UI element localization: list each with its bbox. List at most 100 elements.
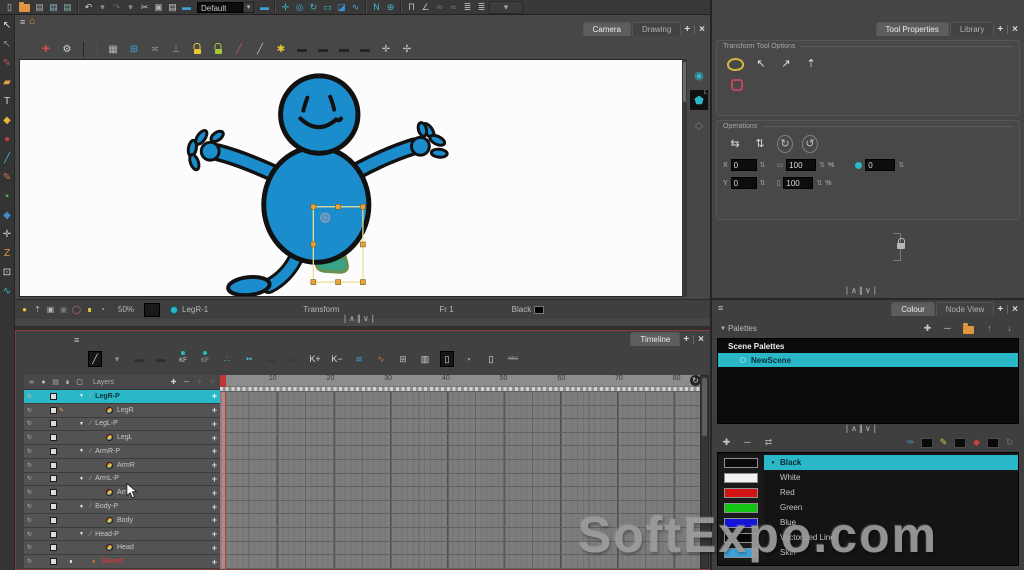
workspace-value[interactable]: Default	[197, 2, 243, 13]
layer-legl-p[interactable]: ↻ ·· ▼ ∕ LegL-P +	[24, 418, 220, 432]
stop-motion-keyframe-icon[interactable]: ••	[242, 351, 256, 367]
curve-editor-icon[interactable]: ∿	[349, 1, 362, 14]
animate-mode-icon[interactable]: ✛	[279, 1, 292, 14]
lock-flat-icon[interactable]: ∎	[84, 304, 95, 316]
remove-palette-icon[interactable]: ─	[941, 322, 954, 335]
layer-armr[interactable]: ↻ ·· ArmR +	[24, 459, 220, 473]
add-colour-icon[interactable]: ✚	[720, 436, 733, 449]
tab-camera[interactable]: Camera	[583, 22, 631, 36]
layer-name[interactable]: ArmR	[117, 462, 135, 469]
layer-enable-checkbox[interactable]	[50, 407, 57, 414]
add-keyframe-icon[interactable]: KF	[176, 351, 190, 367]
add-parameter-icon[interactable]: +	[212, 557, 217, 567]
light-bulb-icon[interactable]: ●	[19, 304, 30, 316]
expand-arrow-icon[interactable]: ▼	[79, 421, 86, 427]
axis-y-icon[interactable]: ✢	[400, 42, 414, 57]
layer-enable-checkbox[interactable]	[50, 531, 57, 538]
tab-colour[interactable]: Colour	[891, 302, 935, 316]
layer-enable-checkbox[interactable]	[50, 393, 57, 400]
close-view-icon[interactable]: ×	[1010, 24, 1020, 36]
add-parameter-icon[interactable]: +	[212, 433, 217, 443]
add-parameter-icon[interactable]: +	[212, 529, 217, 539]
new-scene-icon[interactable]: ▯	[3, 1, 16, 14]
close-view-icon[interactable]: ×	[697, 24, 707, 36]
line-red-icon[interactable]: ╱	[232, 42, 246, 57]
separator[interactable]	[83, 42, 97, 57]
dropper-icon[interactable]: ✑	[904, 436, 917, 449]
y-input[interactable]	[731, 177, 757, 189]
add-palette-icon[interactable]: ✚	[921, 322, 934, 335]
add-peg-layer-icon[interactable]: ▬	[154, 351, 168, 367]
tab-drawing[interactable]: Drawing	[632, 22, 681, 36]
copy-icon[interactable]: ▣	[152, 1, 165, 14]
backlight-icon[interactable]: ◯	[71, 304, 82, 316]
onion-after-icon[interactable]: ▬	[316, 42, 330, 57]
add-parameter-icon[interactable]: +	[212, 460, 217, 470]
colour-swatch[interactable]	[724, 488, 758, 498]
frame-ruler[interactable]: 1020304050607080 ↻	[220, 375, 702, 387]
onion-range-a-icon[interactable]: ▬	[337, 42, 351, 57]
pen-node-icon[interactable]: N	[370, 1, 383, 14]
layer-armr-p[interactable]: ↻ ·· ▼ ∕ ArmR-P +	[24, 445, 220, 459]
text-tool-icon[interactable]: T	[1, 96, 13, 108]
undo-icon[interactable]: ↶	[82, 1, 95, 14]
dim-icon-b[interactable]: ≂	[447, 1, 460, 14]
show-strokes-icon[interactable]: ▬	[180, 1, 193, 14]
add-view-icon[interactable]: +	[682, 24, 692, 36]
scale-x-input[interactable]	[786, 159, 816, 171]
small-mark-icon[interactable]: ▪	[462, 351, 476, 367]
undo-dropdown-icon[interactable]: ▾	[96, 1, 109, 14]
pencil-swatch[interactable]	[954, 438, 966, 448]
cut-icon[interactable]: ✂	[138, 1, 151, 14]
swap-colour-icon[interactable]: ⇄	[762, 436, 775, 449]
add-parameter-icon[interactable]: +	[212, 502, 217, 512]
data-view-icon[interactable]: ▥	[418, 351, 432, 367]
layer-name[interactable]: LegR-P	[95, 393, 120, 400]
refresh-icon[interactable]: ↻	[1003, 436, 1016, 449]
ink-tool-icon[interactable]: ●	[1, 134, 13, 146]
onion-skin-icon[interactable]: ↻	[27, 475, 36, 482]
layer-enable-checkbox[interactable]	[50, 434, 57, 441]
show-thumbnails-icon[interactable]: ▯	[440, 351, 454, 367]
layer-sound[interactable]: ↻ ·· ∎ ● Sound +	[24, 555, 220, 569]
ghost-icon[interactable]: ◔	[97, 304, 108, 316]
onion-before-icon[interactable]: ▬	[295, 42, 309, 57]
frame-row[interactable]	[220, 406, 702, 420]
settings-gear-icon[interactable]: ⚙	[60, 42, 74, 57]
onion-skin-icon[interactable]: ↻	[27, 531, 36, 538]
pivot-globe-icon[interactable]: ⊕	[384, 1, 397, 14]
onion-skin-icon[interactable]: ↻	[27, 558, 36, 565]
add-parameter-icon[interactable]: +	[212, 543, 217, 553]
panel-splitter[interactable]: ∣∧∥∨∣	[845, 286, 879, 295]
create-template-icon[interactable]: ▤	[61, 1, 74, 14]
separator[interactable]	[274, 2, 276, 13]
frame-row[interactable]	[220, 419, 702, 433]
layer-legr[interactable]: ↻ ·· ✎ LegR +	[24, 404, 220, 418]
ruler-icon[interactable]: ≍	[148, 42, 162, 57]
sound-display-icon[interactable]: ≋	[352, 351, 366, 367]
save-all-icon[interactable]: ▤	[47, 1, 60, 14]
move-palette-down-icon[interactable]: ↓	[1003, 322, 1016, 335]
collapse-arrow-icon[interactable]: ▼	[720, 326, 726, 332]
ease-curve-icon[interactable]: ∿	[374, 351, 388, 367]
expand-arrow-icon[interactable]: ▼	[79, 504, 86, 510]
pencil-colour-icon[interactable]: ✎	[937, 436, 950, 449]
frame-row[interactable]	[220, 446, 702, 460]
current-colour-swatch[interactable]	[534, 306, 544, 314]
brush-preset-icon[interactable]: ▬	[258, 1, 271, 14]
panel-splitter[interactable]: ∣∧∥∨∣	[343, 314, 377, 323]
skew-icon[interactable]: ∠	[419, 1, 432, 14]
palette-folder-icon[interactable]	[961, 322, 976, 335]
onion-skin-icon[interactable]: ↻	[27, 462, 36, 469]
onion-skin-icon[interactable]: ↻	[27, 407, 36, 414]
layer-name[interactable]: Head	[117, 544, 134, 551]
add-drawing-icon[interactable]: ⁙	[208, 377, 217, 388]
add-view-icon[interactable]: +	[995, 304, 1005, 316]
tpose-icon[interactable]: Π	[405, 1, 418, 14]
close-view-icon[interactable]: ×	[1010, 304, 1020, 316]
onion-range-b-icon[interactable]: ▬	[358, 42, 372, 57]
layer-arml-p[interactable]: ↻ ·· ▼ ∕ ArmL-P +	[24, 473, 220, 487]
drawing-view-toggle[interactable]: ⬟L	[690, 90, 708, 110]
onion-next-icon[interactable]: ≣	[475, 1, 488, 14]
layer-enable-checkbox[interactable]	[50, 503, 57, 510]
